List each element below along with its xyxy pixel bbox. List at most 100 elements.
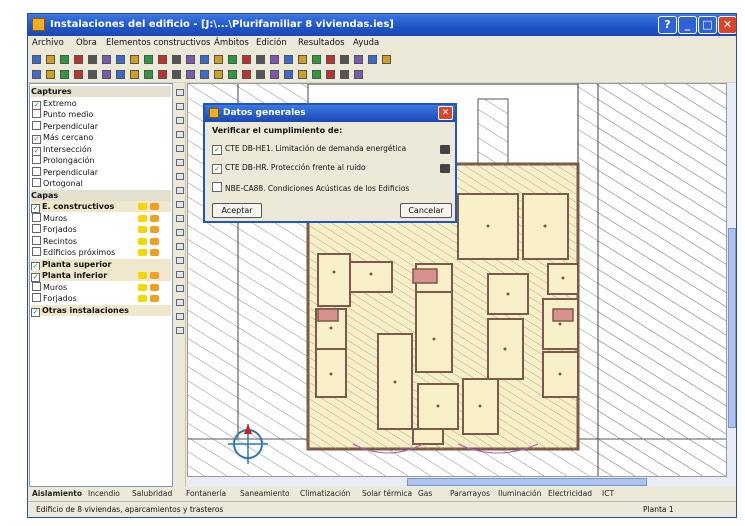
toolbar-tool-icon[interactable] [242,55,251,64]
cancel-button[interactable]: Cancelar [400,203,452,218]
toolbar-tool-icon[interactable] [284,70,293,79]
vertical-tool-icon[interactable] [176,229,184,236]
toolbar-tool-icon[interactable] [130,70,139,79]
layer-visibility-icon[interactable] [138,272,147,279]
module-tab[interactable]: Aislamiento [32,489,82,499]
panel-checkbox[interactable] [32,166,41,176]
vertical-tool-icon[interactable] [176,103,184,110]
settings-icon[interactable] [440,164,450,173]
module-tab[interactable]: Saneamiento [240,489,290,499]
toolbar-tool-icon[interactable] [46,55,55,64]
minimize-button[interactable]: _ [678,16,697,34]
module-tab[interactable]: Incendio [88,489,120,499]
toolbar-tool-icon[interactable] [312,55,321,64]
menu-obra[interactable]: Obra [76,38,97,48]
toolbar-tool-icon[interactable] [200,70,209,79]
layer-color-icon[interactable] [150,226,159,233]
vertical-tool-icon[interactable] [176,201,184,208]
panel-item[interactable]: Forjados [32,224,77,235]
vertical-tool-icon[interactable] [176,327,184,334]
vertical-tool-icon[interactable] [176,187,184,194]
panel-item[interactable]: Punto medio [32,109,93,120]
toolbar-tool-icon[interactable] [116,55,125,64]
module-tab[interactable]: Solar térmica [362,489,412,499]
toolbar-tool-icon[interactable] [74,70,83,79]
panel-item[interactable]: Recintos [32,235,77,247]
menu-edicion[interactable]: Edición [256,38,287,48]
dialog-title-bar[interactable]: Datos generales ✕ [205,105,455,122]
vertical-tool-icon[interactable] [176,313,184,320]
module-tab[interactable]: Electricidad [548,489,592,499]
panel-item[interactable]: ✓ Planta superior [31,258,171,271]
maximize-button[interactable]: □ [698,16,717,34]
vertical-tool-icon[interactable] [176,89,184,96]
toolbar-tool-icon[interactable] [172,70,181,79]
toolbar-tool-icon[interactable] [242,70,251,79]
module-tab[interactable]: Pararrayos [450,489,490,499]
panel-checkbox[interactable] [32,293,41,302]
toolbar-tool-icon[interactable] [270,70,279,79]
panel-item[interactable]: ✓ Extremo [32,98,77,110]
panel-checkbox[interactable]: ✓ [31,307,40,317]
settings-icon[interactable] [440,145,450,154]
vertical-tool-icon[interactable] [176,131,184,138]
layer-color-icon[interactable] [150,295,159,302]
toolbar-tool-icon[interactable] [228,55,237,64]
toolbar-tool-icon[interactable] [186,55,195,64]
option-nbe[interactable]: NBE-CA88. Condiciones Acústicas de los E… [212,182,409,193]
menu-ayuda[interactable]: Ayuda [353,38,379,48]
module-tab[interactable]: Fontanería [186,489,226,499]
toolbar-tool-icon[interactable] [312,70,321,79]
layer-color-icon[interactable] [150,283,159,291]
layer-visibility-icon[interactable] [138,226,147,233]
toolbar-tool-icon[interactable] [298,70,307,79]
toolbar-tool-icon[interactable] [186,70,195,79]
toolbar-tool-icon[interactable] [172,55,181,64]
toolbar-tool-icon[interactable] [130,55,139,64]
panel-item[interactable]: Prolongación [32,155,94,166]
layer-visibility-icon[interactable] [138,203,147,210]
vertical-tool-icon[interactable] [176,285,184,292]
panel-checkbox[interactable] [32,235,41,245]
menu-elementos[interactable]: Elementos constructivos [106,38,210,48]
layer-visibility-icon[interactable] [138,295,147,302]
layer-visibility-icon[interactable] [138,249,147,256]
vertical-tool-icon[interactable] [176,215,184,222]
help-button[interactable]: ? [658,16,677,34]
toolbar-tool-icon[interactable] [340,70,349,79]
panel-item[interactable]: Perpendicular [32,120,98,132]
toolbar-tool-icon[interactable] [340,55,349,64]
panel-item[interactable]: Forjados [32,293,77,304]
toolbar-tool-icon[interactable] [60,70,69,79]
toolbar-tool-icon[interactable] [200,55,209,64]
toolbar-tool-icon[interactable] [88,70,97,79]
checkbox-hr[interactable]: ✓ [212,164,222,174]
panel-checkbox[interactable] [32,212,41,222]
panel-item[interactable]: Muros [32,212,67,224]
toolbar-tool-icon[interactable] [228,70,237,79]
panel-checkbox[interactable] [32,155,41,164]
toolbar-tool-icon[interactable] [284,55,293,64]
toolbar-tool-icon[interactable] [32,70,41,79]
toolbar-tool-icon[interactable] [74,55,83,64]
vertical-tool-icon[interactable] [176,117,184,124]
menu-ambitos[interactable]: Ámbitos [214,38,249,48]
toolbar-tool-icon[interactable] [326,55,335,64]
panel-checkbox[interactable] [32,120,41,130]
panel-checkbox[interactable] [32,109,41,118]
toolbar-tool-icon[interactable] [298,55,307,64]
layer-visibility-icon[interactable] [138,214,147,222]
panel-item[interactable]: ✓ Más cercano [32,132,93,144]
layer-color-icon[interactable] [150,203,159,210]
vertical-tool-icon[interactable] [176,145,184,152]
menu-resultados[interactable]: Resultados [298,38,345,48]
toolbar-tool-icon[interactable] [102,70,111,79]
module-tab[interactable]: ICT [602,489,614,499]
panel-item[interactable]: Ortogonal [32,178,83,189]
panel-item[interactable]: ✓ Intersección [32,144,92,156]
horizontal-scrollbar[interactable] [187,477,727,487]
title-bar[interactable]: Instalaciones del edificio - [J:\...\Plu… [28,14,736,36]
toolbar-tool-icon[interactable] [214,70,223,79]
vertical-scroll-thumb[interactable] [728,228,736,428]
toolbar-tool-icon[interactable] [116,70,125,79]
